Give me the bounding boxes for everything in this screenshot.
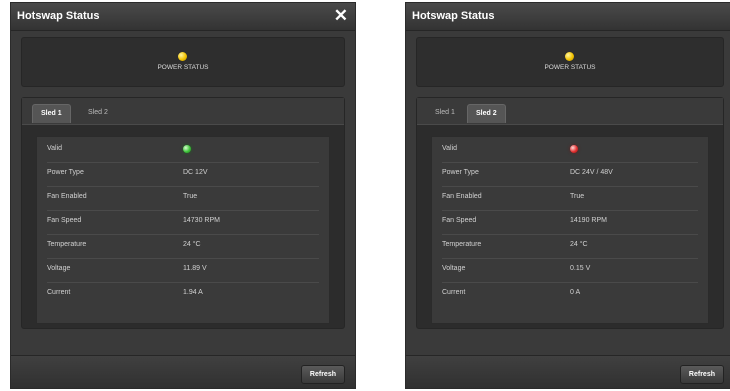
row-label: Valid <box>47 145 63 152</box>
power-status-label: POWER STATUS <box>544 64 596 71</box>
dialog-footer: Refresh <box>406 355 730 388</box>
row-label: Fan Speed <box>442 217 477 224</box>
dialog-title: Hotswap Status <box>17 10 100 22</box>
sled-tabs-container: Sled 1 Sled 2 Valid Power Type DC 24V / … <box>416 97 724 329</box>
row-label: Voltage <box>442 265 466 272</box>
row-label: Fan Enabled <box>442 193 482 200</box>
row-label: Temperature <box>47 241 87 248</box>
tab-sled-2[interactable]: Sled 2 <box>467 104 506 123</box>
row-label: Voltage <box>47 265 71 272</box>
row-value: 24 °C <box>570 241 588 248</box>
row-value: 1.94 A <box>183 289 203 296</box>
row-value: 14190 RPM <box>570 217 607 224</box>
row-label: Power Type <box>442 169 479 176</box>
power-status-indicator-icon <box>565 52 574 61</box>
tab-sled-1[interactable]: Sled 1 <box>427 104 463 122</box>
sled-tab-bar: Sled 1 Sled 2 <box>417 98 723 125</box>
row-label: Fan Speed <box>47 217 82 224</box>
table-row: Power Type DC 12V <box>47 163 319 187</box>
row-value: 0 A <box>570 289 581 296</box>
tab-sled-1[interactable]: Sled 1 <box>32 104 71 123</box>
dialog-title: Hotswap Status <box>412 10 495 22</box>
hotswap-status-dialog-sled2: Hotswap Status POWER STATUS Sled 1 Sled … <box>405 2 730 389</box>
table-row: Current 0 A <box>442 283 698 306</box>
valid-status-red-led-icon <box>570 145 578 153</box>
sled-tabs-container: Sled 1 Sled 2 Valid Power Type DC 12V Fa… <box>21 97 345 329</box>
table-row: Temperature 24 °C <box>47 235 319 259</box>
row-label: Current <box>442 289 466 296</box>
power-status-panel: POWER STATUS <box>21 37 345 87</box>
table-row: Fan Enabled True <box>47 187 319 211</box>
sled-tab-bar: Sled 1 Sled 2 <box>22 98 344 125</box>
row-value: 14730 RPM <box>183 217 220 224</box>
row-value: 24 °C <box>183 241 201 248</box>
row-value: DC 12V <box>183 169 208 176</box>
row-label: Valid <box>442 145 458 152</box>
table-row: Voltage 0.15 V <box>442 259 698 283</box>
row-value: 11.89 V <box>183 265 207 272</box>
row-value: True <box>183 193 198 200</box>
row-label: Temperature <box>442 241 482 248</box>
table-row: Fan Speed 14190 RPM <box>442 211 698 235</box>
table-row: Valid <box>442 139 698 163</box>
table-row: Fan Enabled True <box>442 187 698 211</box>
row-value: 0.15 V <box>570 265 591 272</box>
table-row: Temperature 24 °C <box>442 235 698 259</box>
power-status-indicator-icon <box>178 52 187 61</box>
table-row: Current 1.94 A <box>47 283 319 306</box>
hotswap-status-dialog-sled1: Hotswap Status ✕ POWER STATUS Sled 1 Sle… <box>10 2 356 389</box>
valid-status-green-led-icon <box>183 145 191 153</box>
dialog-titlebar: Hotswap Status ✕ <box>11 3 355 31</box>
table-row: Voltage 11.89 V <box>47 259 319 283</box>
sled-status-table: Valid Power Type DC 24V / 48V Fan Enable… <box>431 136 709 324</box>
close-icon[interactable]: ✕ <box>334 6 348 26</box>
row-value: DC 24V / 48V <box>570 169 613 176</box>
power-status-label: POWER STATUS <box>157 64 209 71</box>
table-row: Fan Speed 14730 RPM <box>47 211 319 235</box>
refresh-button[interactable]: Refresh <box>300 365 345 384</box>
row-label: Current <box>47 289 71 296</box>
row-label: Power Type <box>47 169 84 176</box>
table-row: Valid <box>47 139 319 163</box>
dialog-titlebar: Hotswap Status <box>406 3 730 31</box>
table-row: Power Type DC 24V / 48V <box>442 163 698 187</box>
row-value: True <box>570 193 585 200</box>
power-status-panel: POWER STATUS <box>416 37 724 87</box>
sled-status-table: Valid Power Type DC 12V Fan Enabled True… <box>36 136 330 324</box>
refresh-button[interactable]: Refresh <box>679 365 724 384</box>
row-label: Fan Enabled <box>47 193 87 200</box>
dialog-footer: Refresh <box>11 355 355 388</box>
tab-sled-2[interactable]: Sled 2 <box>80 104 116 122</box>
